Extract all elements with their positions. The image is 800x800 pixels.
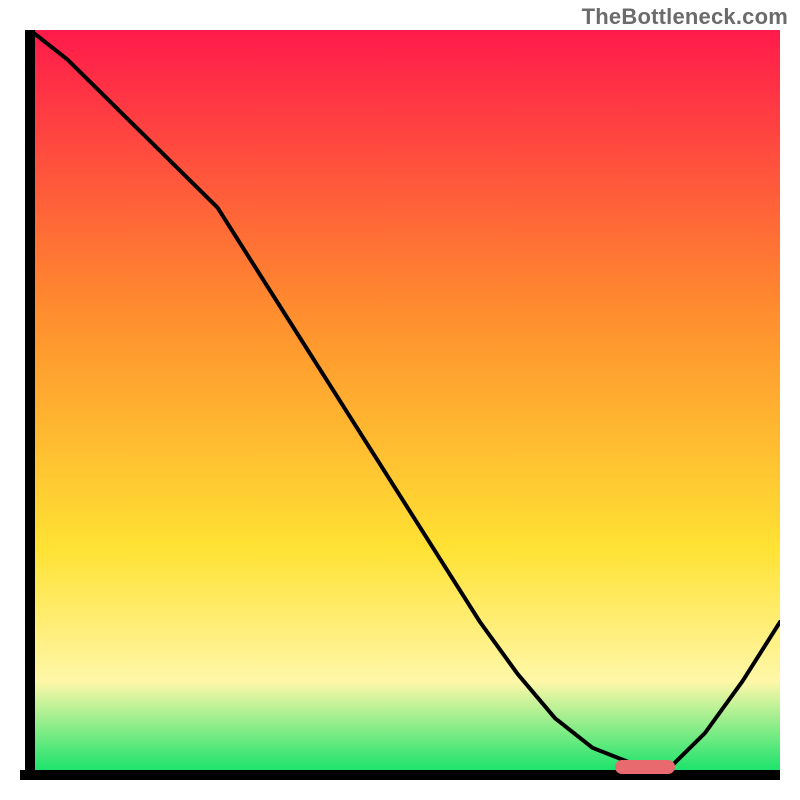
- gradient-background: [30, 30, 780, 770]
- watermark-text: TheBottleneck.com: [582, 4, 788, 30]
- chart-container: TheBottleneck.com: [0, 0, 800, 800]
- plot-area: [20, 30, 780, 790]
- optimum-marker: [615, 760, 675, 774]
- bottleneck-chart-svg: [20, 30, 780, 790]
